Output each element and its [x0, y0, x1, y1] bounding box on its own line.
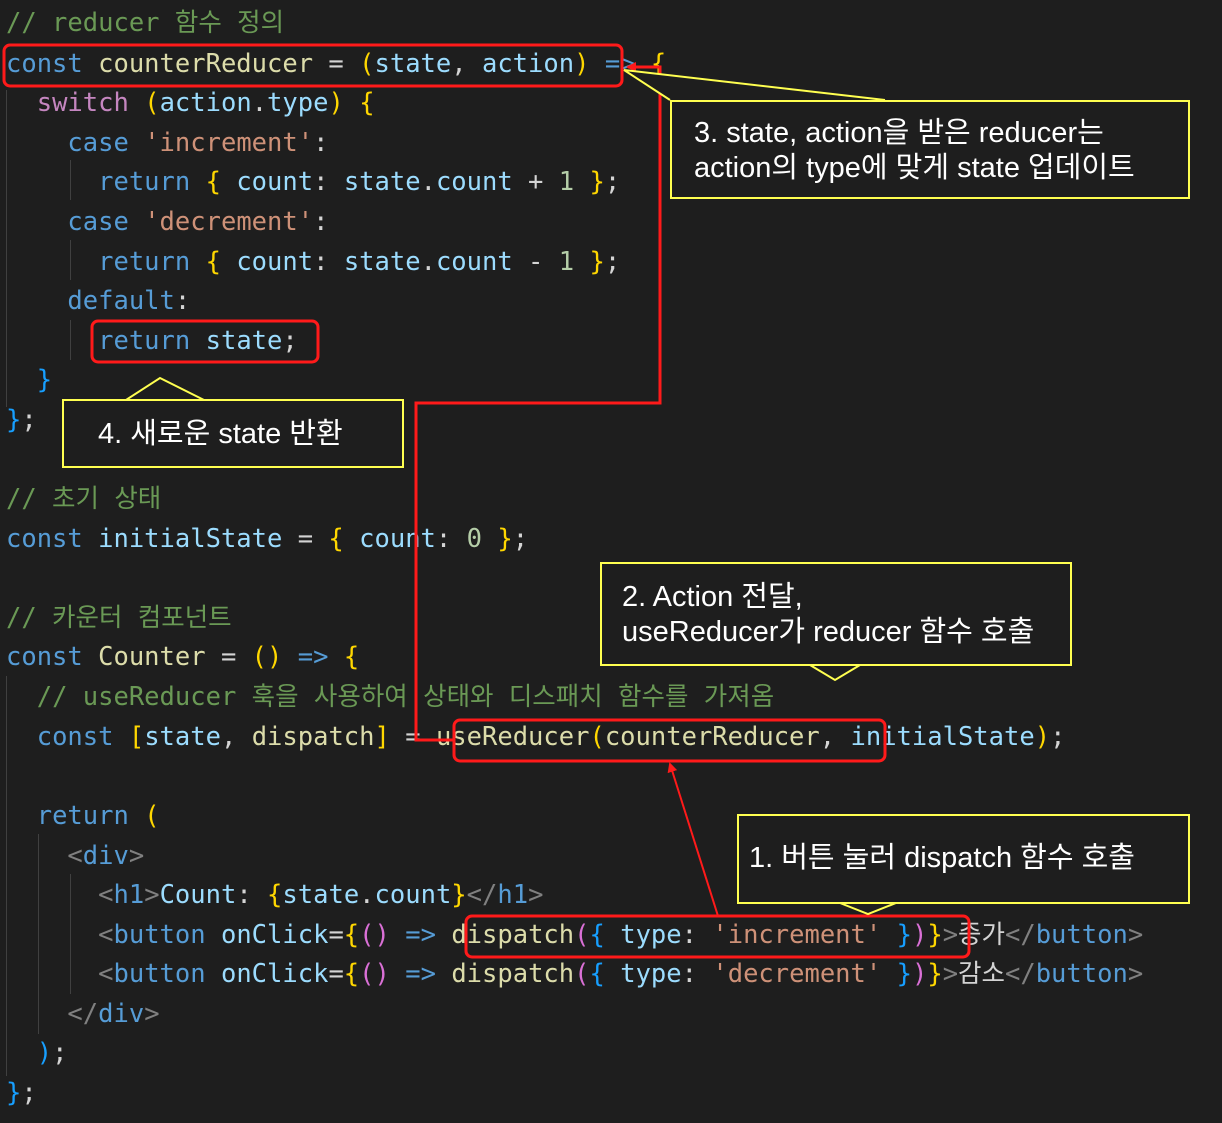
- highlight-usereducer-call: [452, 718, 887, 763]
- callout-step2: 2. Action 전달, useReducer가 reducer 함수 호출: [600, 562, 1072, 666]
- callout-step1: 1. 버튼 눌러 dispatch 함수 호출: [737, 814, 1190, 904]
- callout-step1-line1: 1. 버튼 눌러 dispatch 함수 호출: [749, 842, 1135, 874]
- callout-step2-line1: 2. Action 전달,: [622, 581, 803, 613]
- callout-step3-line2: action의 type에 맞게 state 업데이트: [694, 152, 1135, 184]
- callout-step4: 4. 새로운 state 반환: [62, 399, 404, 468]
- highlight-dispatch-call: [464, 914, 971, 959]
- highlight-reducer-signature: [2, 43, 624, 88]
- callout-pointer-step3: [623, 69, 886, 101]
- callout-step2-line2: useReducer가 reducer 함수 호출: [622, 616, 1035, 648]
- callout-step4-line1: 4. 새로운 state 반환: [98, 418, 343, 450]
- highlight-return-state: [90, 319, 320, 364]
- callout-pointer-step2: [809, 664, 861, 682]
- callout-pointer-step4: [125, 376, 205, 401]
- callout-step3-line1: 3. state, action을 받은 reducer는: [694, 117, 1104, 149]
- callout-step3: 3. state, action을 받은 reducer는 action의 ty…: [670, 100, 1190, 199]
- callout-pointer-step1: [839, 902, 897, 916]
- arrow-dispatch-to-usereducer: [667, 762, 719, 917]
